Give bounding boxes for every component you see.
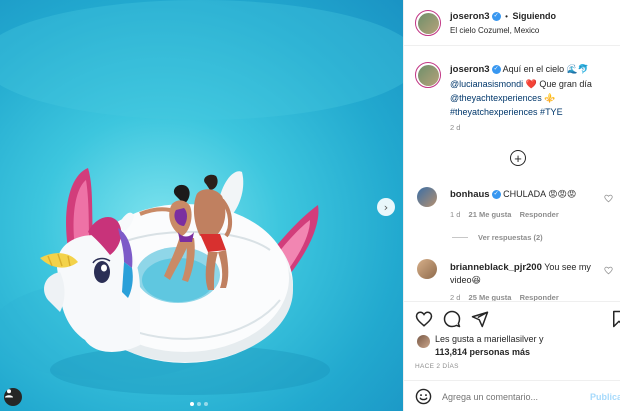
commenter-avatar[interactable] <box>417 259 437 279</box>
publish-button[interactable]: Publicar <box>590 392 620 402</box>
post-header: joseron3 ✓ • Siguiendo El cielo Cozumel, … <box>404 0 620 46</box>
mention-link[interactable]: @lucianasismondi <box>450 79 523 89</box>
carousel-dot <box>190 402 194 406</box>
replies-divider <box>452 237 468 238</box>
heart-icon[interactable] <box>604 266 613 275</box>
caption-username[interactable]: joseron3 <box>450 64 490 75</box>
author-username[interactable]: joseron3 <box>450 11 490 22</box>
likes-line1: Les gusta a mariellasilver y <box>435 334 544 344</box>
heart-icon[interactable] <box>604 194 613 203</box>
bookmark-icon[interactable] <box>610 310 620 328</box>
comments-section: joseron3 ✓ Aquí en el cielo 🌊🐬 @lucianasi… <box>404 47 620 301</box>
comment-input[interactable] <box>442 388 582 405</box>
comment-username[interactable]: bonhaus <box>450 189 490 200</box>
caption-emoji: ⚜️ <box>541 93 556 103</box>
post-timestamp[interactable]: HACE 2 DÍAS <box>415 363 459 370</box>
comment-time[interactable]: 1 d <box>450 210 460 219</box>
carousel-indicator <box>190 402 208 406</box>
photo-illustration <box>0 0 403 395</box>
verified-badge-icon: ✓ <box>491 190 501 200</box>
comment-time[interactable]: 2 d <box>450 293 460 301</box>
user-icon <box>5 389 13 398</box>
comment-username[interactable]: brianneblack_pjr200 <box>450 262 542 273</box>
verified-badge-icon: ✓ <box>491 65 501 75</box>
share-icon[interactable] <box>471 310 489 328</box>
comment-likes[interactable]: 21 Me gusta <box>469 210 512 219</box>
caption-avatar[interactable] <box>415 62 441 88</box>
carousel-dot <box>197 402 201 406</box>
comment: bonhaus ✓ CHULADA 😡😡😡 <box>450 189 576 200</box>
carousel-dot <box>204 402 208 406</box>
view-replies-button[interactable]: Ver respuestas (2) <box>478 233 543 242</box>
carousel-next-button[interactable]: › <box>377 198 395 216</box>
comment-text: CHULADA 😡😡😡 <box>503 189 577 199</box>
commenter-avatar[interactable] <box>417 187 437 207</box>
caption-line1: Aquí en el cielo 🌊🐬 <box>502 64 590 74</box>
header-separator: • <box>505 12 508 21</box>
caption-time[interactable]: 2 d <box>450 123 460 132</box>
likes-summary[interactable]: Les gusta a mariellasilver y 113,814 per… <box>435 333 544 359</box>
post-location[interactable]: El cielo Cozumel, Mexico <box>450 26 539 35</box>
follow-status[interactable]: Siguiendo <box>512 11 556 21</box>
comment-icon[interactable] <box>443 310 461 328</box>
post-caption: joseron3 ✓ Aquí en el cielo 🌊🐬 @lucianasi… <box>450 62 615 119</box>
liker-avatar[interactable] <box>417 335 430 348</box>
comment-likes[interactable]: 25 Me gusta <box>469 293 512 301</box>
mention-link[interactable]: @theyachtexperiences <box>450 93 542 103</box>
post-photo[interactable]: › <box>0 0 403 411</box>
post-side-panel: joseron3 ✓ • Siguiendo El cielo Cozumel, … <box>403 0 620 411</box>
emoji-icon[interactable] <box>415 388 432 405</box>
load-more-comments-button[interactable]: + <box>510 150 526 166</box>
caption-line2: ❤️ Que gran día <box>523 79 592 89</box>
author-avatar[interactable] <box>415 10 441 36</box>
comment-reply-button[interactable]: Responder <box>520 210 559 219</box>
hashtags-link[interactable]: #theyatchexperiences #TYE <box>450 107 563 117</box>
tagged-users-button[interactable] <box>4 388 22 406</box>
likes-line2: 113,814 personas más <box>435 347 531 357</box>
add-comment-bar: Publicar <box>404 380 620 411</box>
comment-meta: 2 d 25 Me gusta Responder <box>450 293 559 301</box>
comment-meta: 1 d 21 Me gusta Responder <box>450 210 559 219</box>
comment-reply-button[interactable]: Responder <box>520 293 559 301</box>
like-heart-icon[interactable] <box>415 310 433 328</box>
comment: brianneblack_pjr200 You see my video😆 <box>450 261 600 287</box>
verified-badge-icon: ✓ <box>491 12 501 22</box>
